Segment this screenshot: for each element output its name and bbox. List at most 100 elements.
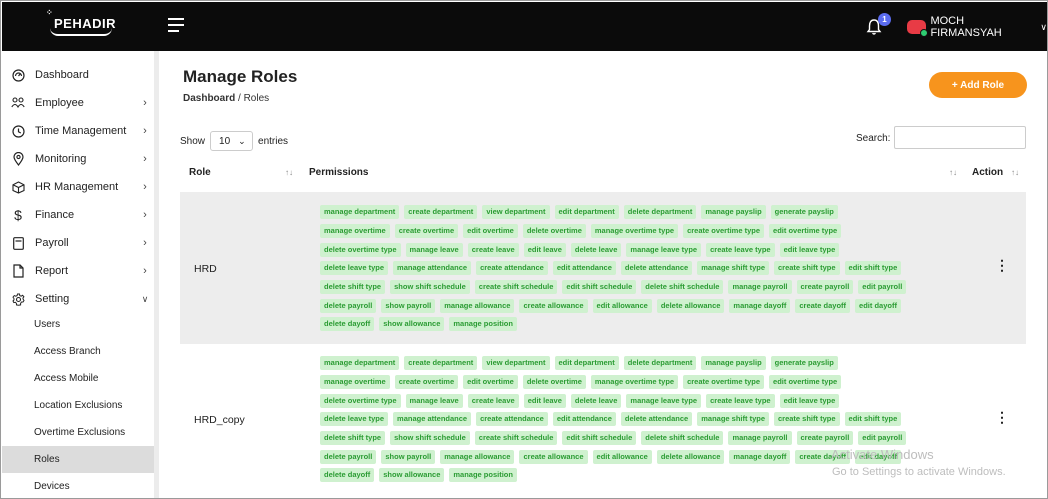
permission-badge: delete shift type: [320, 431, 386, 446]
search-label: Search:: [856, 133, 891, 144]
sidebar-subitem-access-mobile[interactable]: Access Mobile: [2, 365, 159, 392]
permission-badge: create shift schedule: [474, 280, 558, 295]
entries-select[interactable]: 10 ⌄: [210, 131, 254, 151]
permission-badge: delete overtime: [522, 224, 586, 239]
sidebar-item-label: Dashboard: [35, 69, 89, 81]
sidebar-item-hr-management[interactable]: HR Management ›: [2, 173, 155, 201]
sidebar-item-dashboard[interactable]: Dashboard: [2, 61, 155, 89]
sort-icon[interactable]: ↑↓: [285, 168, 293, 177]
more-actions-icon[interactable]: ⋮: [995, 410, 1009, 424]
logo-sparkle-icon: ⁘: [46, 8, 54, 17]
permission-badge: manage overtime: [320, 375, 390, 390]
windows-watermark-title: Activate Windows: [831, 447, 934, 462]
chevron-right-icon: ›: [143, 125, 147, 137]
breadcrumb-dashboard[interactable]: Dashboard: [183, 93, 235, 104]
permission-badge: manage shift type: [697, 412, 769, 427]
permission-badge: edit department: [554, 356, 619, 371]
people-icon: [11, 96, 25, 110]
location-pin-icon: [11, 152, 25, 166]
user-name: MOCH FIRMANSYAH: [930, 15, 1002, 39]
permission-list: manage department create department view d…: [320, 203, 960, 334]
permission-badge: edit shift schedule: [562, 280, 637, 295]
permission-badge: edit shift schedule: [562, 431, 637, 446]
sidebar-item-setting[interactable]: Setting ∨: [2, 285, 155, 313]
permission-badge: delete overtime type: [320, 242, 401, 257]
permission-line: delete overtime type manage leave create l…: [320, 391, 960, 410]
permission-badge: manage attendance: [393, 412, 472, 427]
notification-badge: 1: [878, 13, 891, 26]
sidebar-subitem-access-branch[interactable]: Access Branch: [2, 338, 159, 365]
permission-badge: manage department: [320, 205, 400, 220]
permission-badge: delete leave type: [320, 261, 389, 276]
permission-badge: create payroll: [796, 280, 854, 295]
permission-line: manage overtime create overtime edit overt…: [320, 222, 960, 241]
permission-badge: create allowance: [519, 298, 588, 313]
sidebar-item-employee[interactable]: Employee ›: [2, 89, 155, 117]
permission-badge: view department: [482, 205, 550, 220]
permission-badge: manage payslip: [701, 205, 766, 220]
dashboard-gauge-icon: [11, 68, 25, 82]
permission-badge: delete shift schedule: [641, 431, 724, 446]
permission-badge: create attendance: [476, 412, 548, 427]
column-header-action[interactable]: Action: [972, 167, 1003, 178]
permission-badge: manage overtime: [320, 224, 390, 239]
chevron-right-icon: ›: [143, 153, 147, 165]
sidebar-item-label: Payroll: [35, 237, 69, 249]
permission-badge: delete leave: [570, 242, 622, 257]
sidebar-subitem-devices[interactable]: Devices: [2, 473, 159, 498]
sidebar-item-finance[interactable]: $ Finance ›: [2, 201, 155, 229]
permission-badge: delete department: [623, 356, 697, 371]
permission-badge: edit leave: [523, 393, 566, 408]
permission-badge: manage overtime type: [590, 224, 679, 239]
permission-badge: manage attendance: [393, 261, 472, 276]
add-role-button[interactable]: + Add Role: [929, 72, 1027, 98]
permission-badge: create overtime: [394, 224, 459, 239]
permission-badge: delete allowance: [656, 298, 725, 313]
permission-badge: show payroll: [381, 298, 436, 313]
permission-badge: create department: [404, 356, 478, 371]
permission-badge: manage leave type: [626, 242, 702, 257]
permission-badge: create payroll: [796, 431, 854, 446]
sidebar-subitem-overtime-exclusions[interactable]: Overtime Exclusions: [2, 419, 159, 446]
chevron-right-icon: ›: [143, 209, 147, 221]
sidebar-subitem-location-exclusions[interactable]: Location Exclusions: [2, 392, 159, 419]
column-header-permissions[interactable]: Permissions: [309, 167, 368, 178]
permission-line: manage overtime create overtime edit overt…: [320, 373, 960, 392]
breadcrumb-separator: /: [238, 93, 241, 104]
chevron-down-icon: ⌄: [238, 135, 246, 146]
permission-badge: manage overtime type: [590, 375, 679, 390]
permission-badge: create leave: [467, 242, 519, 257]
permission-badge: delete shift schedule: [641, 280, 724, 295]
menu-toggle-icon[interactable]: [168, 18, 184, 32]
permission-badge: view department: [482, 356, 550, 371]
sort-icon[interactable]: ↑↓: [949, 168, 957, 177]
breadcrumb: Dashboard / Roles: [183, 93, 269, 104]
brand-logo[interactable]: ⁘ PEHADIR: [46, 8, 116, 36]
sidebar-item-payroll[interactable]: Payroll ›: [2, 229, 155, 257]
permission-line: delete dayoff show allowance manage positi…: [320, 315, 960, 334]
sidebar-item-report[interactable]: Report ›: [2, 257, 155, 285]
permission-badge: edit payroll: [858, 280, 907, 295]
permission-badge: edit overtime type: [769, 224, 842, 239]
sidebar-item-time-management[interactable]: Time Management ›: [2, 117, 155, 145]
more-actions-icon[interactable]: ⋮: [995, 258, 1009, 272]
search-input[interactable]: [894, 126, 1026, 149]
app-window: ⁘ PEHADIR 1 MOCH FIRMANSYAH ∨ Dashboard: [0, 0, 1048, 499]
permission-badge: show payroll: [381, 449, 436, 464]
user-menu[interactable]: MOCH FIRMANSYAH ∨: [907, 15, 1047, 39]
column-header-role[interactable]: Role: [189, 167, 211, 178]
sidebar-item-label: Finance: [35, 209, 75, 221]
chevron-right-icon: ›: [143, 181, 147, 193]
sidebar-item-label: Time Management: [35, 125, 127, 137]
permission-badge: edit allowance: [592, 298, 652, 313]
permission-badge: manage payslip: [701, 356, 766, 371]
permission-badge: manage position: [449, 317, 517, 332]
permission-badge: generate payslip: [770, 356, 838, 371]
permission-badge: create overtime type: [683, 224, 765, 239]
sidebar-subitem-users[interactable]: Users: [2, 311, 159, 338]
sidebar-item-monitoring[interactable]: Monitoring ›: [2, 145, 155, 173]
sidebar-subitem-roles[interactable]: Roles: [2, 446, 159, 473]
permission-badge: show shift schedule: [390, 431, 470, 446]
permission-badge: show allowance: [379, 317, 445, 332]
sort-icon[interactable]: ↑↓: [1011, 168, 1019, 177]
